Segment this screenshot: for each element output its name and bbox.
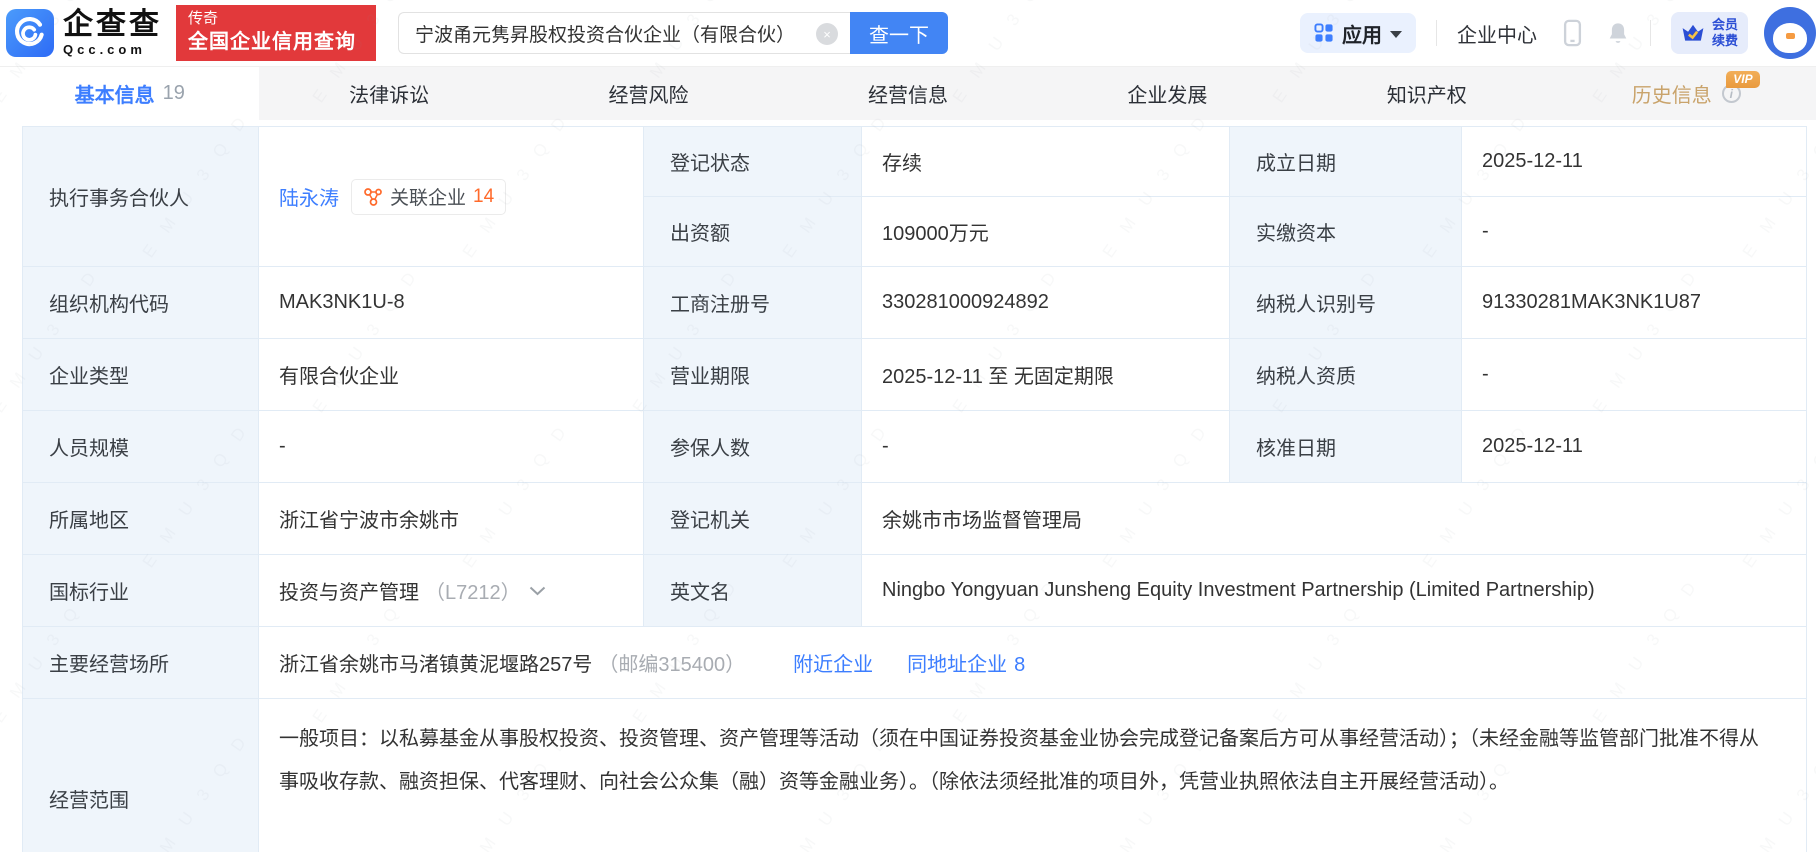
business-term-label: 营业期限 <box>644 339 862 411</box>
basic-info-table: 执行事务合伙人 陆永涛 关联企业 14 登记状态 存续 成立日期 2025-12… <box>22 126 1807 852</box>
header-right-nav: 应用 企业中心 <box>1300 7 1816 59</box>
vip-line1: 会员 <box>1712 17 1738 33</box>
address-text: 浙江省余姚市马渚镇黄泥堰路257号 <box>279 648 592 677</box>
vip-line2: 续费 <box>1712 33 1738 49</box>
search-button[interactable]: 查一下 <box>850 12 948 54</box>
insured-count-label: 参保人数 <box>644 411 862 483</box>
search-area: × 查一下 <box>398 12 948 54</box>
related-companies-button[interactable]: 关联企业 14 <box>351 179 506 215</box>
industry-label: 国标行业 <box>23 555 259 627</box>
nearby-companies-link[interactable]: 附近企业 <box>793 648 873 677</box>
paid-in-label: 实缴资本 <box>1230 197 1462 267</box>
status-label: 登记状态 <box>644 127 862 197</box>
company-type-label: 企业类型 <box>23 339 259 411</box>
scope-value: 一般项目：以私募基金从事股权投资、投资管理、资产管理等活动（须在中国证券投资基金… <box>259 699 1807 852</box>
same-address-count: 8 <box>1014 654 1025 676</box>
paid-in-value: - <box>1462 197 1807 267</box>
apps-label: 应用 <box>1342 19 1382 48</box>
qcc-company-page: E M U 3 Q DE M U 3 Q DE M U 3 Q DE M U 3… <box>0 0 1816 852</box>
tab-bar: 基本信息 19 法律诉讼 经营风险 经营信息 企业发展 知识产权 VIP 历史信… <box>0 66 1816 120</box>
capital-value: 109000万元 <box>862 197 1230 267</box>
tab-history[interactable]: VIP 历史信息 i <box>1557 67 1816 120</box>
scope-label: 经营范围 <box>23 699 259 852</box>
brand-lockup: 企查查 Qcc.com <box>63 9 162 57</box>
vip-renew-label: 会员 续费 <box>1712 17 1738 48</box>
brand-name: 企查查 <box>63 9 162 41</box>
vip-chip: VIP <box>1726 71 1759 88</box>
registry-value: 余姚市市场监督管理局 <box>862 483 1807 555</box>
tab-basic-info[interactable]: 基本信息 19 <box>0 67 259 120</box>
same-address-companies-link[interactable]: 同地址企业8 <box>907 648 1025 677</box>
tab-ip[interactable]: 知识产权 <box>1297 67 1556 120</box>
established-value: 2025-12-11 <box>1462 127 1807 197</box>
divider <box>1436 20 1437 46</box>
tab-risk[interactable]: 经营风险 <box>519 67 778 120</box>
tax-id-label: 纳税人识别号 <box>1230 267 1462 339</box>
insured-count-value: - <box>862 411 1230 483</box>
taxpayer-quality-value: - <box>1462 339 1807 411</box>
vip-renew-button[interactable]: 会员 续费 <box>1671 12 1748 53</box>
partner-value: 陆永涛 关联企业 14 <box>259 127 644 267</box>
taxpayer-quality-label: 纳税人资质 <box>1230 339 1462 411</box>
promo-line1: 传奇 <box>188 10 366 29</box>
registry-label: 登记机关 <box>644 483 862 555</box>
capital-label: 出资额 <box>644 197 862 267</box>
related-company-icon <box>363 187 383 207</box>
notifications-icon[interactable] <box>1606 21 1630 45</box>
tab-basic-count: 19 <box>163 82 185 105</box>
search-box: × <box>398 12 850 54</box>
promo-banner: 传奇 全国企业信用查询 <box>176 5 376 61</box>
org-code-value: MAK3NK1U-8 <box>259 267 644 339</box>
promo-line2: 全国企业信用查询 <box>188 29 366 56</box>
tab-legal[interactable]: 法律诉讼 <box>259 67 518 120</box>
org-code-label: 组织机构代码 <box>23 267 259 339</box>
qcc-logo[interactable] <box>6 9 54 57</box>
company-type-value: 有限合伙企业 <box>259 339 644 411</box>
business-term-value: 2025-12-11 至 无固定期限 <box>862 339 1230 411</box>
english-name-label: 英文名 <box>644 555 862 627</box>
crown-icon <box>1681 22 1705 44</box>
enterprise-center-link[interactable]: 企业中心 <box>1457 19 1537 48</box>
mobile-app-icon[interactable] <box>1563 19 1582 47</box>
tax-id-value: 91330281MAK3NK1U87 <box>1462 267 1807 339</box>
tab-operation[interactable]: 经营信息 <box>778 67 1037 120</box>
status-value: 存续 <box>862 127 1230 197</box>
divider <box>1650 20 1651 46</box>
top-header: 企查查 Qcc.com 传奇 全国企业信用查询 × 查一下 应用 <box>0 0 1816 66</box>
partner-name-link[interactable]: 陆永涛 <box>279 182 339 211</box>
address-value: 浙江省余姚市马渚镇黄泥堰路257号 （邮编315400） 附近企业 同地址企业8 <box>259 627 1807 699</box>
english-name-value: Ningbo Yongyuan Junsheng Equity Investme… <box>862 555 1807 627</box>
tab-development[interactable]: 企业发展 <box>1038 67 1297 120</box>
staff-size-label: 人员规模 <box>23 411 259 483</box>
industry-value: 投资与资产管理 （L7212） <box>259 555 644 627</box>
search-input[interactable] <box>399 13 850 53</box>
industry-name: 投资与资产管理 <box>279 576 419 605</box>
address-label: 主要经营场所 <box>23 627 259 699</box>
staff-size-value: - <box>259 411 644 483</box>
reg-no-label: 工商注册号 <box>644 267 862 339</box>
brand-domain: Qcc.com <box>63 42 162 57</box>
caret-down-icon <box>1390 31 1402 38</box>
approval-date-value: 2025-12-11 <box>1462 411 1807 483</box>
address-postcode: （邮编315400） <box>598 648 745 677</box>
established-label: 成立日期 <box>1230 127 1462 197</box>
reg-no-value: 330281000924892 <box>862 267 1230 339</box>
apps-menu-button[interactable]: 应用 <box>1300 13 1416 53</box>
clear-search-icon[interactable]: × <box>816 23 838 45</box>
industry-code: （L7212） <box>425 576 521 605</box>
approval-date-label: 核准日期 <box>1230 411 1462 483</box>
tab-basic-label: 基本信息 <box>75 79 155 108</box>
partner-label: 执行事务合伙人 <box>23 127 259 267</box>
qcc-spiral-icon <box>10 13 50 53</box>
avatar[interactable] <box>1764 7 1816 59</box>
region-label: 所属地区 <box>23 483 259 555</box>
apps-grid-icon <box>1314 23 1334 43</box>
region-value: 浙江省宁波市余姚市 <box>259 483 644 555</box>
industry-expand-chevron[interactable] <box>529 586 546 596</box>
